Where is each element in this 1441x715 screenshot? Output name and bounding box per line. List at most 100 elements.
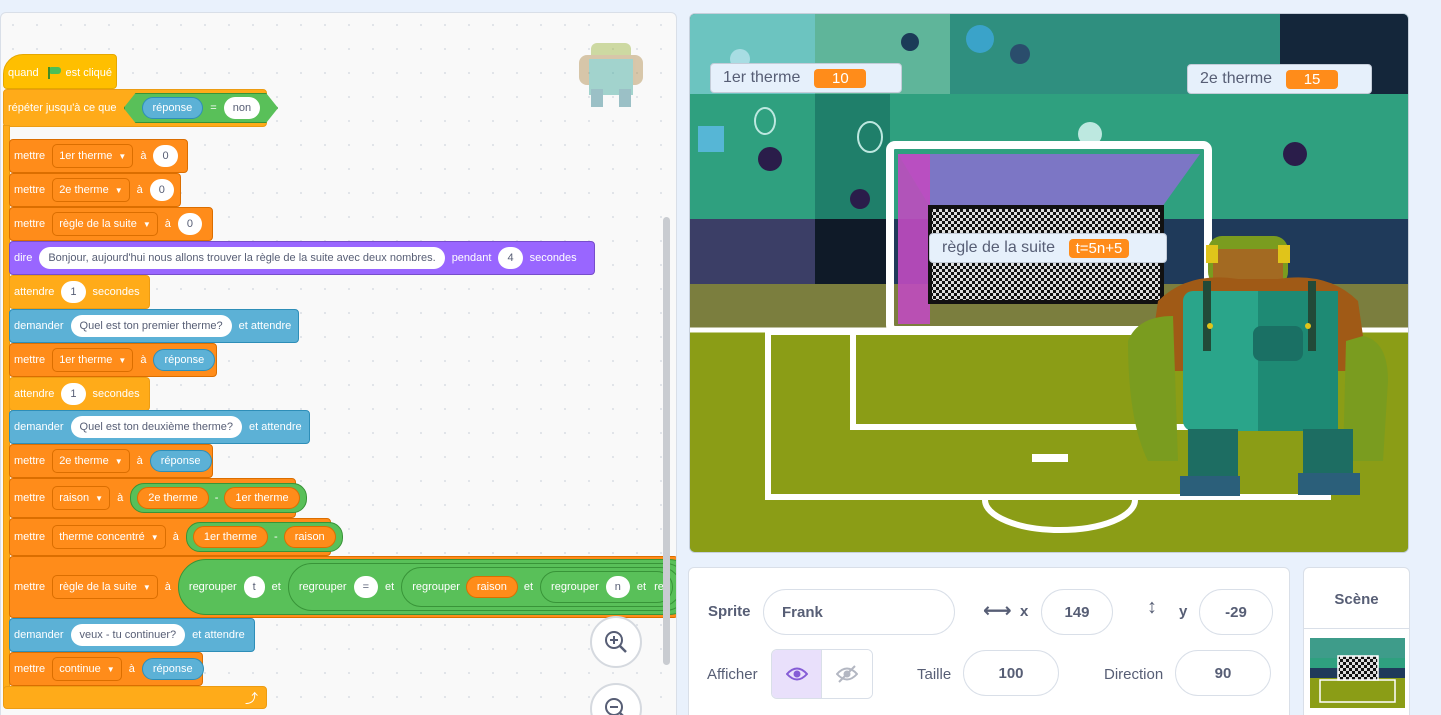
question-input[interactable]: Quel est ton deuxième therme? bbox=[70, 416, 243, 438]
for-label: pendant bbox=[451, 252, 492, 264]
eye-icon bbox=[785, 667, 808, 681]
set-concentrated-term-block[interactable]: mettre therme concentré ▼ à 1er therme - … bbox=[9, 518, 343, 556]
variable-monitor-first-term[interactable]: 1er therme 10 bbox=[710, 63, 902, 93]
say-text-input[interactable]: Bonjour, aujourd'hui nous allons trouver… bbox=[39, 247, 445, 269]
sprite-name-input[interactable]: Frank bbox=[763, 589, 955, 635]
equals-operator[interactable]: réponse = non bbox=[124, 93, 279, 123]
variable-reporter[interactable]: raison bbox=[465, 576, 518, 598]
ask-continue-block[interactable]: demander veux - tu continuer? et attendr… bbox=[9, 618, 255, 652]
set-rule-join-block[interactable]: mettre règle de la suite ▼ à regrouper t … bbox=[9, 556, 676, 618]
chevron-down-icon: ▼ bbox=[142, 582, 151, 592]
variable-dropdown[interactable]: règle de la suite ▼ bbox=[52, 575, 158, 599]
seconds-label: secondes bbox=[92, 286, 140, 298]
answer-reporter[interactable]: réponse bbox=[149, 450, 212, 472]
size-input[interactable]: 100 bbox=[963, 650, 1059, 696]
answer-reporter[interactable]: réponse bbox=[141, 658, 204, 680]
join-text-input[interactable]: n bbox=[605, 576, 630, 598]
join-operator[interactable]: regrouper raison et regrouper n et re bbox=[401, 567, 676, 607]
vertical-arrows-icon: ↕ bbox=[1147, 596, 1157, 618]
monitor-label: 2e therme bbox=[1200, 70, 1273, 87]
wait-seconds-input[interactable]: 1 bbox=[61, 383, 86, 405]
variable-dropdown[interactable]: raison ▼ bbox=[52, 486, 111, 510]
set-label: mettre bbox=[14, 531, 46, 543]
variable-reporter[interactable]: 2e therme bbox=[137, 487, 209, 509]
wait-seconds-input[interactable]: 1 bbox=[61, 281, 86, 303]
variable-dropdown[interactable]: 1er therme ▼ bbox=[52, 348, 134, 372]
variable-dropdown[interactable]: 1er therme ▼ bbox=[52, 144, 134, 168]
set-second-term-block[interactable]: mettre 2e therme ▼ à 0 bbox=[9, 173, 181, 207]
say-for-secs-block[interactable]: dire Bonjour, aujourd'hui nous allons tr… bbox=[9, 241, 595, 275]
ask-second-term-block[interactable]: demander Quel est ton deuxième therme? e… bbox=[9, 410, 310, 444]
set-rule-block[interactable]: mettre règle de la suite ▼ à 0 bbox=[9, 207, 213, 241]
eye-slash-icon bbox=[836, 665, 858, 683]
when-flag-clicked-block[interactable]: quand est cliqué bbox=[3, 54, 117, 89]
ask-label: demander bbox=[14, 421, 64, 433]
wait-block[interactable]: attendre 1 secondes bbox=[9, 377, 150, 411]
variable-dropdown[interactable]: therme concentré ▼ bbox=[52, 525, 166, 549]
subtract-operator[interactable]: 2e therme - 1er therme bbox=[130, 483, 307, 513]
join-text-input[interactable]: = bbox=[353, 576, 378, 598]
script-area-scrollbar[interactable] bbox=[663, 217, 670, 665]
set-label: mettre bbox=[14, 218, 46, 230]
variable-dropdown[interactable]: 2e therme ▼ bbox=[52, 178, 130, 202]
question-input[interactable]: veux - tu continuer? bbox=[70, 624, 186, 646]
to-label: à bbox=[117, 492, 124, 504]
variable-name: continue bbox=[59, 663, 101, 675]
stage[interactable]: 1er therme 10 2e therme 15 règle de la s… bbox=[689, 13, 1409, 553]
ask-first-term-block[interactable]: demander Quel est ton premier therme? et… bbox=[9, 309, 299, 343]
join-operator[interactable]: regrouper = et regrouper raison et regro… bbox=[287, 563, 676, 611]
set-ratio-block[interactable]: mettre raison ▼ à 2e therme - 1er therme bbox=[9, 478, 307, 518]
direction-input[interactable]: 90 bbox=[1175, 650, 1271, 696]
stage-thumbnail[interactable] bbox=[1310, 638, 1405, 708]
set-first-term-block[interactable]: mettre 1er therme ▼ à 0 bbox=[9, 139, 188, 173]
answer-reporter[interactable]: réponse bbox=[142, 97, 204, 119]
join-text-input[interactable]: t bbox=[243, 576, 265, 598]
set-continue-block[interactable]: mettre continue ▼ à réponse bbox=[9, 652, 204, 686]
subtract-operator[interactable]: 1er therme - raison bbox=[185, 522, 343, 552]
compare-value-input[interactable]: non bbox=[224, 97, 260, 119]
value-input[interactable]: 0 bbox=[177, 213, 203, 235]
variable-dropdown[interactable]: continue ▼ bbox=[52, 657, 122, 681]
script-area[interactable]: quand est cliqué répéter jusqu'à ce que … bbox=[0, 12, 677, 715]
question-input[interactable]: Quel est ton premier therme? bbox=[70, 315, 232, 337]
y-label: y bbox=[1179, 603, 1188, 620]
variable-monitor-rule[interactable]: règle de la suite t=5n+5 bbox=[929, 233, 1167, 263]
zoom-in-button[interactable] bbox=[590, 616, 642, 668]
wait-label: attendre bbox=[14, 388, 55, 400]
to-label: à bbox=[136, 455, 143, 467]
x-label: x bbox=[1020, 603, 1029, 620]
variable-reporter[interactable]: 1er therme bbox=[224, 487, 300, 509]
value-input[interactable]: 0 bbox=[153, 145, 178, 167]
join-operator[interactable]: regrouper n et re bbox=[540, 571, 673, 603]
variable-reporter[interactable]: raison bbox=[283, 526, 336, 548]
zoom-out-button[interactable] bbox=[590, 683, 642, 715]
variable-monitor-second-term[interactable]: 2e therme 15 bbox=[1187, 64, 1372, 94]
ask-label: demander bbox=[14, 320, 64, 332]
value-input[interactable]: 0 bbox=[149, 179, 174, 201]
set-label: mettre bbox=[14, 581, 46, 593]
variable-dropdown[interactable]: 2e therme ▼ bbox=[52, 449, 130, 473]
y-position-input[interactable]: -29 bbox=[1199, 589, 1273, 635]
answer-reporter[interactable]: réponse bbox=[153, 349, 216, 371]
x-position-input[interactable]: 149 bbox=[1041, 589, 1113, 635]
show-visible-button[interactable] bbox=[772, 650, 823, 698]
join-operator[interactable]: regrouper t et regrouper = et regrouper … bbox=[177, 559, 676, 615]
variable-reporter[interactable]: 1er therme bbox=[192, 526, 269, 548]
set-first-term-answer-block[interactable]: mettre 1er therme ▼ à réponse bbox=[9, 343, 217, 377]
show-hidden-button[interactable] bbox=[822, 650, 872, 698]
set-label: mettre bbox=[14, 492, 46, 504]
variable-name: règle de la suite bbox=[59, 581, 137, 593]
size-value: 100 bbox=[998, 664, 1024, 682]
wait-block[interactable]: attendre 1 secondes bbox=[9, 275, 150, 309]
set-second-term-answer-block[interactable]: mettre 2e therme ▼ à réponse bbox=[9, 444, 213, 478]
to-label: à bbox=[140, 150, 147, 162]
seconds-input[interactable]: 4 bbox=[498, 247, 523, 269]
sprite-name-value: Frank bbox=[782, 603, 823, 621]
variable-dropdown[interactable]: règle de la suite ▼ bbox=[52, 212, 158, 236]
variable-name: raison bbox=[59, 492, 90, 504]
chevron-down-icon: ▼ bbox=[114, 185, 123, 195]
stage-target-panel[interactable]: Scène bbox=[1303, 567, 1410, 715]
variable-name: règle de la suite bbox=[59, 218, 137, 230]
minus-sign: - bbox=[274, 531, 278, 543]
repeat-until-block[interactable]: répéter jusqu'à ce que réponse = non bbox=[3, 89, 267, 127]
